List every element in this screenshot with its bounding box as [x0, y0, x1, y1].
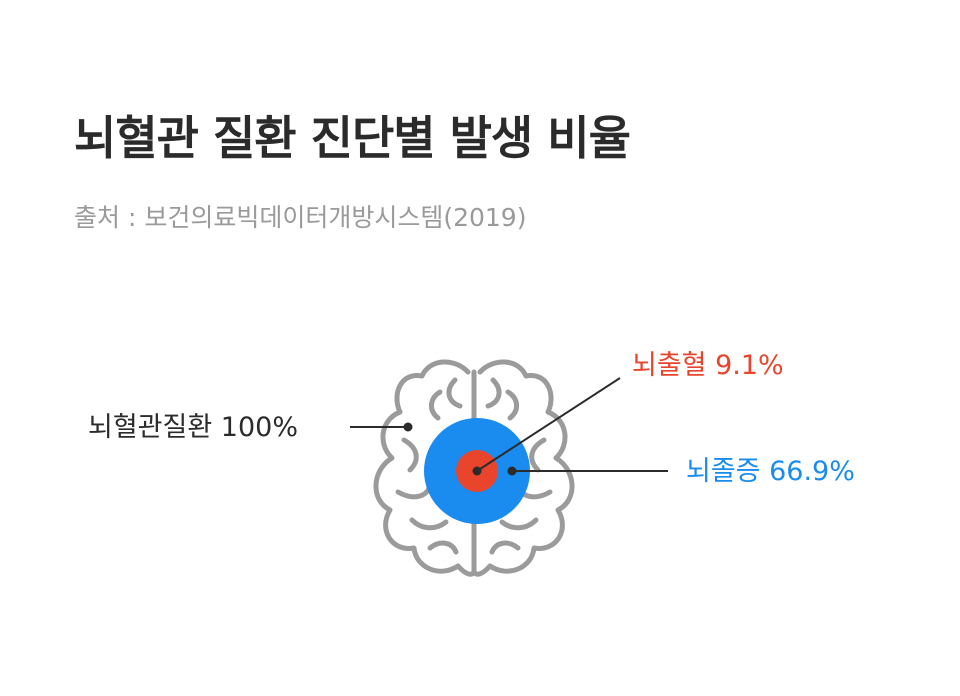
brain-right-fold-4 [499, 517, 539, 531]
label-hemorrhage: 뇌출혈 9.1% [632, 350, 784, 381]
brain-diagram: 뇌혈관질환 100% 뇌출혈 9.1% 뇌졸증 66.9% [88, 350, 855, 577]
brain-left-fold-1 [429, 389, 443, 421]
label-total: 뇌혈관질환 100% [88, 412, 298, 443]
brain-left-fold-5 [427, 540, 459, 555]
total-leader-dot [403, 422, 413, 432]
brain-right-fold-2 [529, 437, 547, 473]
brain-left-fold-3 [395, 483, 433, 500]
stroke-leader-dot [507, 466, 517, 476]
brain-right-fold-1 [505, 389, 519, 421]
brain-left-fold-4 [409, 517, 449, 531]
brain-left-fold-2 [401, 437, 419, 473]
brain-right-fold-6 [485, 377, 502, 409]
brain-left-fold-6 [446, 377, 463, 409]
brain-right-fold-5 [489, 540, 521, 555]
label-stroke: 뇌졸증 66.9% [686, 456, 855, 487]
hemorrhage-leader-dot [472, 466, 482, 476]
